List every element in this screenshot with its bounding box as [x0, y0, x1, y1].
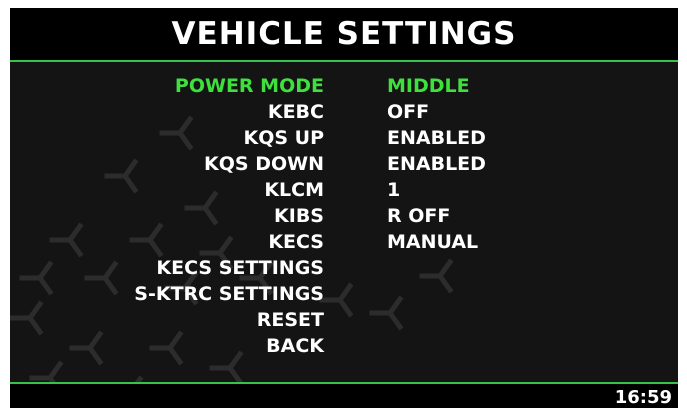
menu-item-s-ktrc-settings[interactable]: S-KTRC SETTINGS — [10, 283, 678, 309]
menu-item-label: KLCM — [264, 179, 324, 201]
menu-item-klcm[interactable]: KLCM 1 — [10, 179, 678, 205]
menu-item-reset[interactable]: RESET — [10, 309, 678, 335]
menu-item-value: OFF — [387, 101, 430, 123]
menu-item-value: MIDDLE — [387, 75, 470, 97]
menu-item-value: ENABLED — [387, 153, 486, 175]
menu-item-value: MANUAL — [387, 231, 479, 253]
menu-item-kecs-settings[interactable]: KECS SETTINGS — [10, 257, 678, 283]
menu-item-label: RESET — [256, 309, 324, 331]
vehicle-settings-screen: VEHICLE SETTINGS POWER MODE MIDDLE KEBC … — [10, 8, 678, 408]
menu-item-label: S-KTRC SETTINGS — [134, 283, 324, 305]
clock: 16:59 — [614, 387, 672, 408]
menu-item-back[interactable]: BACK — [10, 335, 678, 361]
menu-item-value: ENABLED — [387, 127, 486, 149]
menu-item-kibs[interactable]: KIBS R OFF — [10, 205, 678, 231]
menu-item-kecs[interactable]: KECS MANUAL — [10, 231, 678, 257]
menu-item-label: KQS DOWN — [204, 153, 324, 175]
menu-item-label: KQS UP — [243, 127, 324, 149]
menu-item-label: POWER MODE — [174, 75, 324, 97]
menu-item-label: BACK — [266, 335, 324, 357]
page-title: VEHICLE SETTINGS — [171, 16, 517, 52]
menu-item-label: KIBS — [274, 205, 324, 227]
header-bar: VEHICLE SETTINGS — [10, 8, 678, 62]
menu-item-kqs-up[interactable]: KQS UP ENABLED — [10, 127, 678, 153]
menu-item-kqs-down[interactable]: KQS DOWN ENABLED — [10, 153, 678, 179]
menu-item-kebc[interactable]: KEBC OFF — [10, 101, 678, 127]
menu-item-label: KECS SETTINGS — [156, 257, 324, 279]
menu-item-label: KECS — [268, 231, 324, 253]
menu-item-power-mode[interactable]: POWER MODE MIDDLE — [10, 75, 678, 101]
menu-item-label: KEBC — [267, 101, 324, 123]
menu-item-value: 1 — [387, 179, 401, 201]
footer-bar: 16:59 — [10, 382, 678, 408]
menu-item-value: R OFF — [387, 205, 451, 227]
